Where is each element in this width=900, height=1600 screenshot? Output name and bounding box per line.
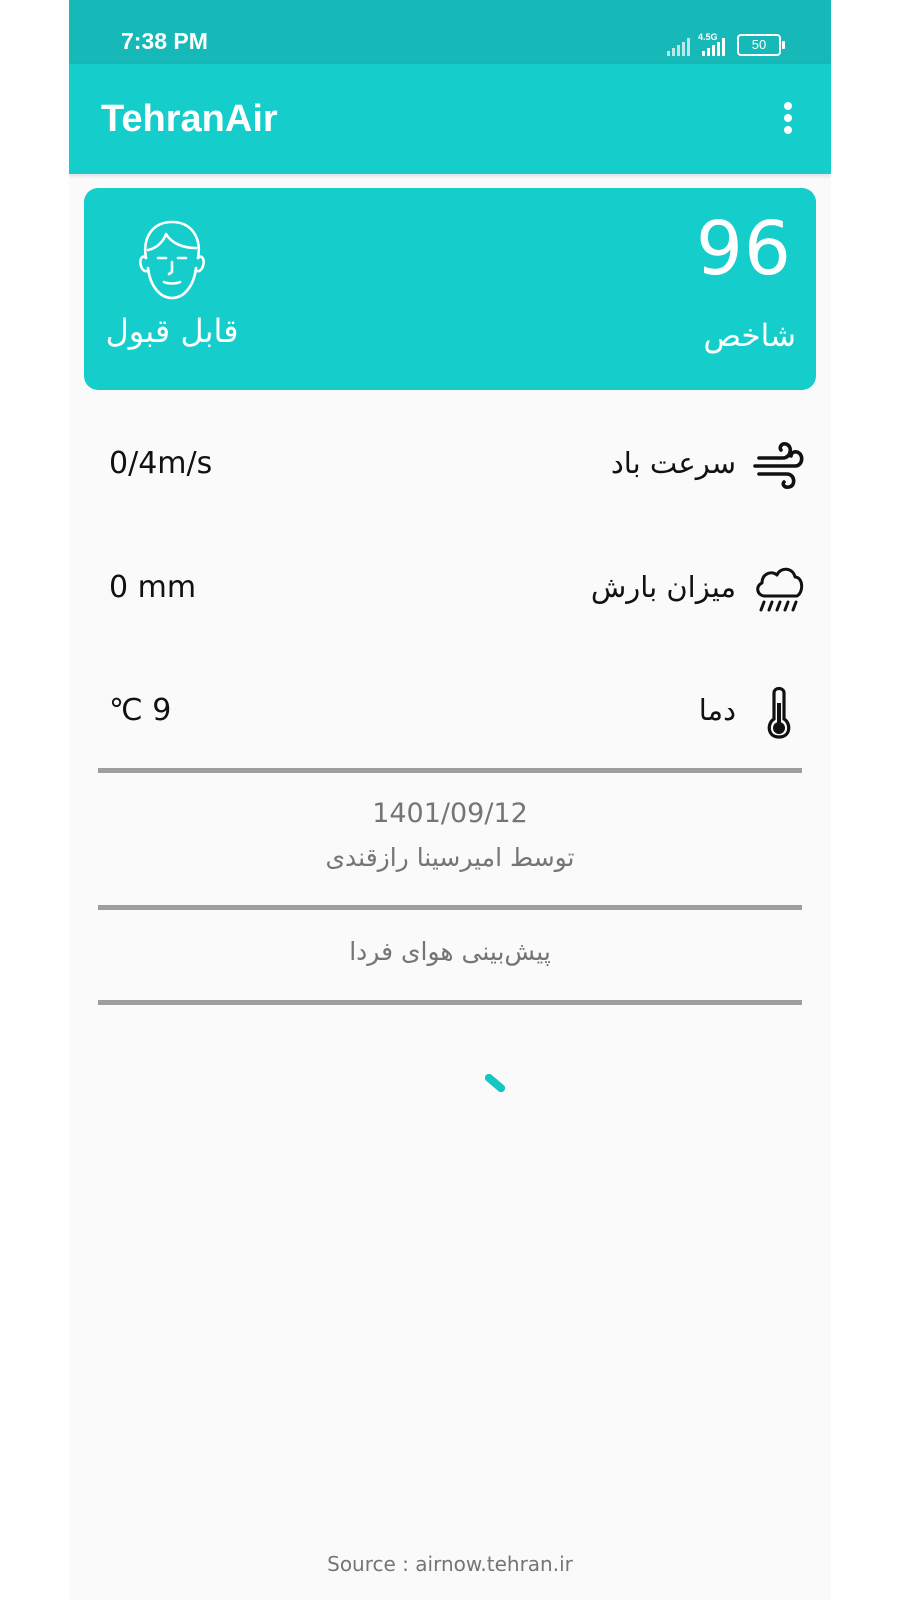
wind-icon (753, 442, 804, 489)
thermometer-icon (767, 686, 791, 739)
signal-4g-icon: 4.5G (698, 32, 725, 56)
divider (98, 1000, 802, 1005)
face-icon (139, 220, 205, 300)
loading-spinner-icon (483, 1072, 507, 1094)
aqi-card: 96 شاخص قابل قبول (84, 188, 816, 390)
phone-screen: 7:38 PM 4.5G 50 TehranAir 96 شاخص قابل ق… (69, 0, 831, 1600)
forecast-button[interactable]: پیش‌بینی هوای فردا (69, 937, 831, 966)
network-type-label: 4.5G (698, 32, 718, 42)
temperature-value: ℃ 9 (109, 693, 172, 728)
wind-label: سرعت باد (610, 446, 736, 480)
author-text: توسط امیرسینا رازقندی (325, 843, 575, 872)
app-bar: TehranAir (69, 64, 831, 174)
rain-cloud-icon (756, 567, 804, 612)
status-bar: 7:38 PM 4.5G 50 (69, 0, 831, 64)
rain-row: 0 mm میزان بارش (69, 542, 831, 632)
date-text: 1401/09/12 (372, 798, 528, 829)
app-title: TehranAir (101, 98, 278, 140)
status-icons: 4.5G 50 (667, 26, 785, 56)
aqi-status: قابل قبول (105, 312, 239, 350)
aqi-index-label: شاخص (703, 318, 796, 354)
wind-value: 0/4m/s (109, 446, 213, 481)
divider (98, 768, 802, 773)
battery-icon: 50 (737, 34, 785, 56)
rain-value: 0 mm (109, 570, 197, 605)
rain-label: میزان بارش (590, 570, 736, 604)
status-time: 7:38 PM (121, 28, 208, 54)
more-vert-icon[interactable] (783, 102, 793, 136)
signal-icon (667, 36, 690, 56)
source-text: Source : airnow.tehran.ir (327, 1552, 573, 1576)
temperature-row: ℃ 9 دما (69, 665, 831, 755)
aqi-value: 96 (695, 206, 792, 292)
temperature-label: دما (698, 693, 736, 727)
divider (98, 905, 802, 910)
wind-row: 0/4m/s سرعت باد (69, 418, 831, 508)
